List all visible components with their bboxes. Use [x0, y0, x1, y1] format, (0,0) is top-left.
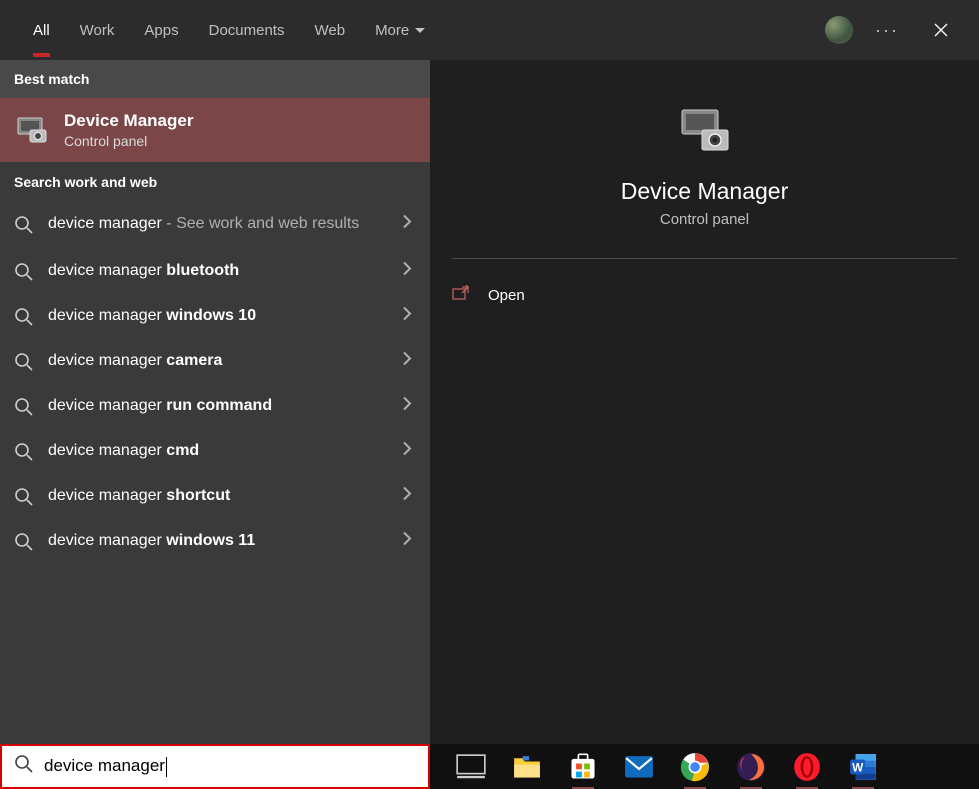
detail-subtitle: Control panel: [660, 211, 749, 228]
search-icon: [14, 532, 34, 552]
svg-text:W: W: [852, 761, 864, 774]
chevron-right-icon[interactable]: [403, 215, 412, 234]
search-icon: [14, 487, 34, 507]
suggestion-text: device manager cmd: [48, 440, 416, 462]
search-icon: [14, 262, 34, 282]
search-icon: [14, 307, 34, 327]
firefox-icon[interactable]: [736, 752, 766, 782]
search-icon: [14, 397, 34, 417]
search-icon: [14, 215, 34, 235]
mail-icon[interactable]: [624, 752, 654, 782]
open-action[interactable]: Open: [452, 277, 957, 314]
tab-all[interactable]: All: [18, 4, 65, 57]
tab-documents[interactable]: Documents: [194, 4, 300, 57]
suggestion-text: device manager bluetooth: [48, 260, 416, 282]
suggestion-item[interactable]: device manager run command: [0, 383, 430, 428]
chrome-icon[interactable]: [680, 752, 710, 782]
best-match-title: Device Manager: [64, 111, 193, 131]
best-match-header: Best match: [0, 60, 430, 98]
caret-down-icon: [415, 28, 425, 33]
best-match-item[interactable]: Device Manager Control panel: [0, 98, 430, 162]
suggestion-text: device manager - See work and web result…: [48, 213, 416, 235]
suggestion-item[interactable]: device manager bluetooth: [0, 248, 430, 293]
device-manager-icon: [14, 112, 50, 148]
microsoft-store-icon[interactable]: [568, 752, 598, 782]
chevron-right-icon[interactable]: [403, 351, 412, 370]
chevron-right-icon[interactable]: [403, 306, 412, 325]
search-icon: [14, 352, 34, 372]
suggestion-item[interactable]: device manager cmd: [0, 428, 430, 473]
detail-panel: Device Manager Control panel Open: [430, 60, 979, 744]
suggestion-text: device manager shortcut: [48, 485, 416, 507]
suggestion-item[interactable]: device manager windows 10: [0, 293, 430, 338]
search-web-header: Search work and web: [0, 162, 430, 200]
search-tabs-bar: All Work Apps Documents Web More ···: [0, 0, 979, 60]
suggestion-text: device manager windows 10: [48, 305, 416, 327]
suggestion-text: device manager run command: [48, 395, 416, 417]
results-panel: Best match Device Manager Control panel …: [0, 60, 430, 744]
open-icon: [452, 285, 470, 306]
chevron-right-icon[interactable]: [403, 261, 412, 280]
tab-apps[interactable]: Apps: [129, 4, 193, 57]
suggestion-text: device manager camera: [48, 350, 416, 372]
suggestion-item[interactable]: device manager - See work and web result…: [0, 200, 430, 248]
open-label: Open: [488, 287, 525, 304]
close-button[interactable]: [921, 10, 961, 50]
tab-more[interactable]: More: [360, 4, 440, 57]
suggestion-text: device manager windows 11: [48, 530, 416, 552]
suggestion-item[interactable]: device manager windows 11: [0, 518, 430, 563]
user-avatar[interactable]: [825, 16, 853, 44]
chevron-right-icon[interactable]: [403, 441, 412, 460]
tab-work[interactable]: Work: [65, 4, 130, 57]
search-icon: [14, 754, 34, 779]
best-match-subtitle: Control panel: [64, 133, 193, 149]
word-icon[interactable]: W: [848, 752, 878, 782]
tab-web[interactable]: Web: [299, 4, 360, 57]
taskbar-search-box[interactable]: device manager: [0, 744, 430, 789]
suggestion-item[interactable]: device manager camera: [0, 338, 430, 383]
suggestion-item[interactable]: device manager shortcut: [0, 473, 430, 518]
task-view-icon[interactable]: [456, 752, 486, 782]
file-explorer-icon[interactable]: [512, 752, 542, 782]
search-icon: [14, 442, 34, 462]
chevron-right-icon[interactable]: [403, 396, 412, 415]
detail-title: Device Manager: [621, 178, 788, 205]
chevron-right-icon[interactable]: [403, 531, 412, 550]
device-manager-large-icon: [676, 102, 734, 160]
more-options-button[interactable]: ···: [875, 20, 899, 41]
chevron-right-icon[interactable]: [403, 486, 412, 505]
taskbar: device manager W: [0, 744, 979, 789]
search-input[interactable]: device manager: [44, 756, 167, 777]
opera-icon[interactable]: [792, 752, 822, 782]
